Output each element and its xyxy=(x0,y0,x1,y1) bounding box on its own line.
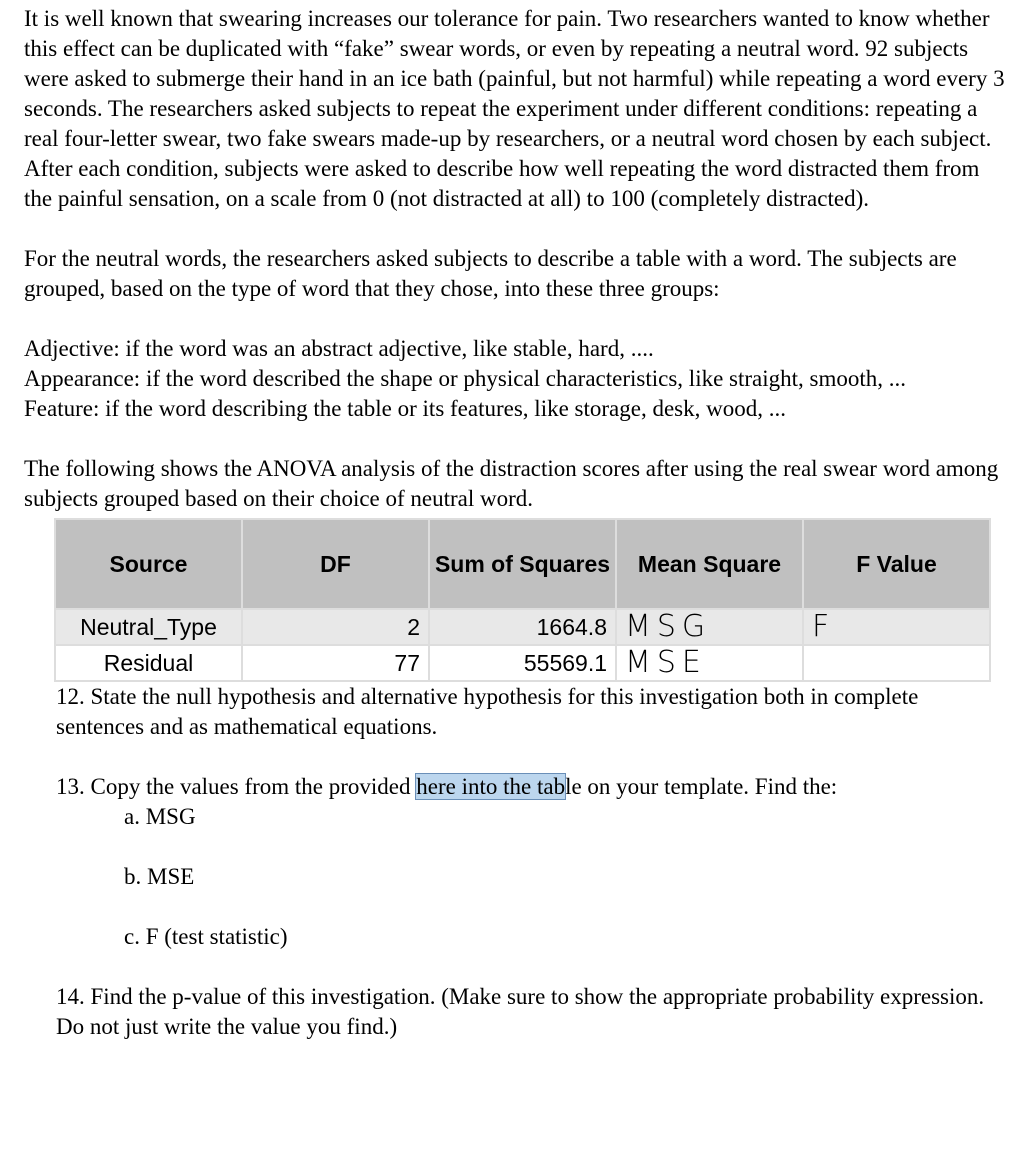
q13-item-a: a. MSG xyxy=(124,804,196,829)
neutral-paragraph: For the neutral words, the researchers a… xyxy=(24,246,957,301)
anova-intro: The following shows the ANOVA analysis o… xyxy=(24,456,999,511)
cell-source: Neutral_Type xyxy=(54,608,243,646)
q13-text: 13. Copy the values from the provided xyxy=(56,774,417,799)
cell-ms-handwritten: MSE xyxy=(615,644,804,682)
document: It is well known that swearing increases… xyxy=(0,0,1034,1046)
cell-ms-handwritten: MSG xyxy=(615,608,804,646)
question-12: 12. State the null hypothesis and altern… xyxy=(56,684,919,739)
q13-item-b: b. MSE xyxy=(124,864,195,889)
question-14: 14. Find the p-value of this investigati… xyxy=(56,984,985,1039)
table-row: Neutral_Type 2 1664.8 MSG F xyxy=(54,608,991,646)
group-adjective: Adjective: if the word was an abstract a… xyxy=(24,336,654,361)
header-df: DF xyxy=(241,518,430,610)
cell-source: Residual xyxy=(54,644,243,682)
anova-table: Source DF Sum of Squares Mean Square F V… xyxy=(54,518,991,682)
q13-text-end: le on your template. Find the: xyxy=(565,774,838,799)
header-ss: Sum of Squares xyxy=(428,518,617,610)
group-feature: Feature: if the word describing the tabl… xyxy=(24,396,786,421)
text-selection[interactable]: here into the tab xyxy=(415,773,567,800)
header-ms: Mean Square xyxy=(615,518,804,610)
cell-df: 2 xyxy=(241,608,430,646)
table-row: Residual 77 55569.1 MSE xyxy=(54,644,991,682)
header-source: Source xyxy=(54,518,243,610)
cell-ss: 1664.8 xyxy=(428,608,617,646)
group-appearance: Appearance: if the word described the sh… xyxy=(24,366,907,391)
cell-ss: 55569.1 xyxy=(428,644,617,682)
intro-paragraph: It is well known that swearing increases… xyxy=(24,6,1005,211)
cell-f-handwritten: F xyxy=(802,608,991,646)
header-f: F Value xyxy=(802,518,991,610)
cell-df: 77 xyxy=(241,644,430,682)
cell-f xyxy=(802,644,991,682)
question-13: 13. Copy the values from the provided he… xyxy=(56,772,1010,802)
q13-item-c: c. F (test statistic) xyxy=(124,924,288,949)
